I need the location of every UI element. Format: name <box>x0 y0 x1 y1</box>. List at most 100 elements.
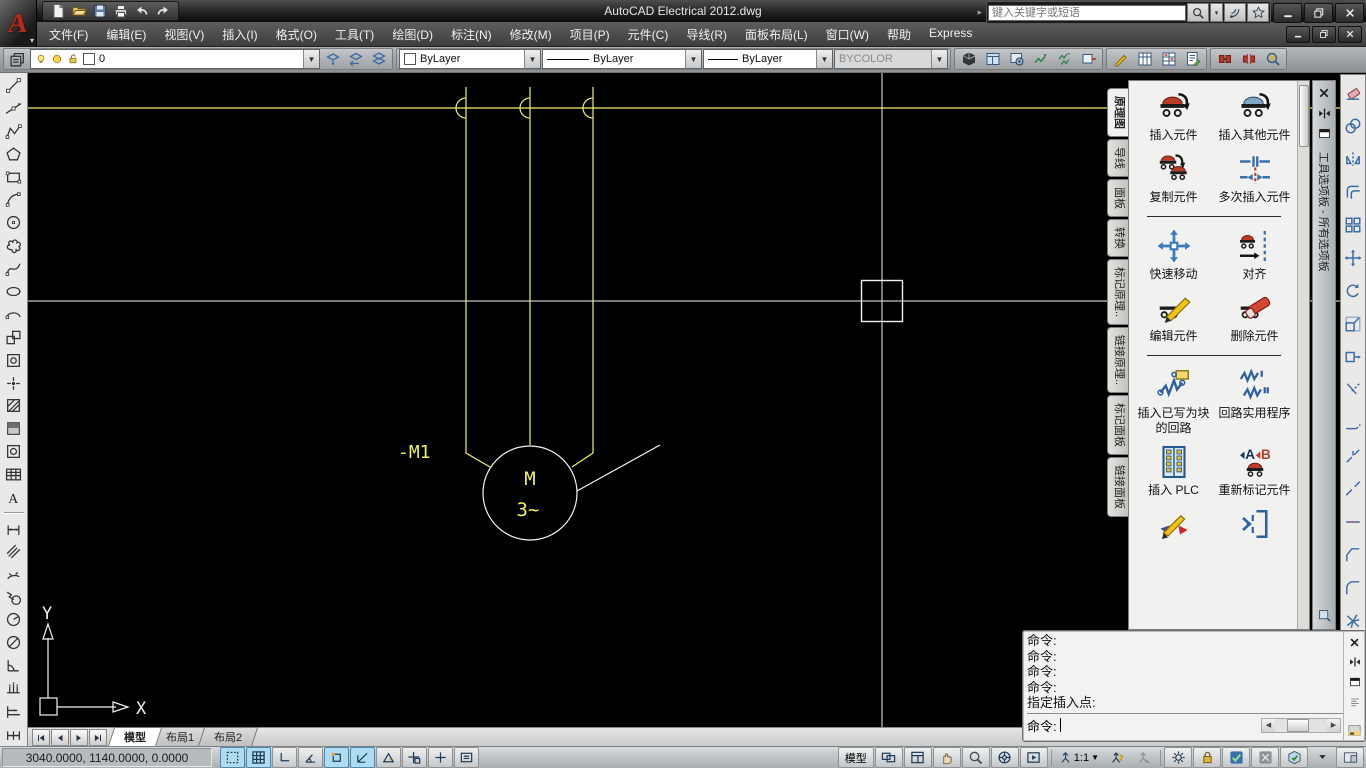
multiple-wire-button[interactable] <box>1053 49 1076 69</box>
tool-point-button[interactable] <box>2 372 26 395</box>
search-input[interactable] <box>988 5 1186 21</box>
grid-toggle[interactable] <box>246 747 271 768</box>
pan-button[interactable] <box>933 747 961 768</box>
tool-move-button[interactable] <box>1341 241 1365 274</box>
command-scroll-right-icon[interactable]: ▶ <box>1327 719 1340 732</box>
command-autohide-button[interactable] <box>1346 653 1364 671</box>
search-flyout-button[interactable]: ▾ <box>1210 3 1223 22</box>
tool-aligned-dimension-button[interactable] <box>2 540 26 563</box>
palette-tab-7[interactable]: 链接面板 <box>1107 457 1128 517</box>
palette-close-button[interactable] <box>1315 84 1333 102</box>
command-textlines-button[interactable] <box>1346 693 1364 711</box>
palette-tab-0[interactable]: 原理图 <box>1107 88 1128 137</box>
cube-button[interactable] <box>957 49 980 69</box>
tool-diameter-dimension-button[interactable] <box>2 631 26 654</box>
tool-spline-button[interactable] <box>2 257 26 280</box>
tool-mirror-button[interactable] <box>1341 142 1365 175</box>
tab-next-button[interactable] <box>70 729 88 746</box>
flyout-button[interactable] <box>1309 747 1335 766</box>
menu-item-13[interactable]: 窗口(W) <box>817 23 878 46</box>
layout-tab-0[interactable]: 模型 <box>108 727 162 747</box>
ducs-toggle[interactable] <box>402 747 427 768</box>
command-scroll-left-icon[interactable]: ◀ <box>1262 719 1275 732</box>
tool-baseline-dimension-button[interactable] <box>2 700 26 723</box>
insert-wire-button[interactable] <box>1029 49 1052 69</box>
save-button[interactable] <box>91 3 109 19</box>
otrack-toggle[interactable] <box>350 747 375 768</box>
menu-item-7[interactable]: 标注(N) <box>442 23 501 46</box>
annotation-autoscale-button[interactable] <box>1131 748 1157 767</box>
annotation-scale-control[interactable]: 1:1 ▼ <box>1055 748 1103 767</box>
tool-hatch-button[interactable] <box>2 394 26 417</box>
connector-a-button[interactable] <box>1213 49 1236 69</box>
model-space-button[interactable]: 模型 <box>838 747 874 768</box>
command-window-titlebar[interactable] <box>1343 631 1365 741</box>
infocenter-collapse-icon[interactable]: ▸ <box>977 7 982 18</box>
doc-restore-button[interactable] <box>1312 26 1336 43</box>
menu-item-8[interactable]: 修改(M) <box>501 23 561 46</box>
palette-item-insert-plc[interactable]: 插入 PLC <box>1133 442 1214 500</box>
menu-item-6[interactable]: 绘图(D) <box>383 23 442 46</box>
layer-previous-button[interactable] <box>344 49 367 69</box>
tool-continue-dimension-button[interactable] <box>2 723 26 746</box>
tool-fillet-button[interactable] <box>1341 571 1365 604</box>
tool-line-button[interactable] <box>2 74 26 97</box>
command-close-button[interactable] <box>1346 633 1364 651</box>
linetype-dropdown-arrow[interactable]: ▼ <box>685 50 701 68</box>
report-button[interactable] <box>1181 49 1204 69</box>
quick-view-drawings-button[interactable] <box>875 747 903 768</box>
tool-gradient-button[interactable] <box>2 417 26 440</box>
palette-tab-6[interactable]: 标记面板 <box>1107 395 1128 455</box>
coordinates-display[interactable]: 3040.0000, 1140.0000, 0.0000 <box>2 748 212 767</box>
quick-view-layouts-button[interactable] <box>904 747 932 768</box>
sheet-window-button[interactable] <box>981 49 1004 69</box>
command-properties-button[interactable] <box>1346 673 1364 691</box>
palette-item-insert-component[interactable]: 插入元件 <box>1133 87 1214 145</box>
palette-item-quick-move[interactable]: 快速移动 <box>1133 226 1214 284</box>
tool-radius-dimension-button[interactable] <box>2 608 26 631</box>
layer-properties-button[interactable] <box>6 49 29 69</box>
lineweight-dropdown-arrow[interactable]: ▼ <box>816 50 832 68</box>
osnap3d-toggle[interactable] <box>376 747 401 768</box>
menu-item-1[interactable]: 编辑(E) <box>97 23 155 46</box>
undo-button[interactable] <box>133 3 151 19</box>
palette-scrollbar[interactable] <box>1297 81 1309 629</box>
menu-item-15[interactable]: Express <box>920 23 981 46</box>
tool-stretch-button[interactable] <box>1341 340 1365 373</box>
make-layer-current-button[interactable] <box>321 49 344 69</box>
tool-copy-button[interactable] <box>1341 109 1365 142</box>
palette-item-retag-component[interactable]: AB重新标记元件 <box>1214 442 1295 500</box>
menu-item-10[interactable]: 元件(C) <box>619 23 678 46</box>
tool-scale-button[interactable] <box>1341 307 1365 340</box>
tool-rotate-button[interactable] <box>1341 274 1365 307</box>
favorites-button[interactable] <box>1247 3 1269 22</box>
tool-region-button[interactable] <box>2 440 26 463</box>
tool-polygon-button[interactable] <box>2 143 26 166</box>
panel-layout-button[interactable] <box>1133 49 1156 69</box>
polar-toggle[interactable] <box>298 747 323 768</box>
app-status-3-button[interactable] <box>1280 747 1308 768</box>
tool-offset-button[interactable] <box>1341 175 1365 208</box>
tool-quick-dimension-button[interactable] <box>2 677 26 700</box>
color-control[interactable]: ByLayer ▼ <box>399 49 541 69</box>
menu-item-0[interactable]: 文件(F) <box>40 23 97 46</box>
tool-extend-button[interactable] <box>1341 406 1365 439</box>
clean-screen-button[interactable] <box>1336 747 1364 768</box>
layout-tab-2[interactable]: 布局2 <box>198 727 259 747</box>
menu-item-3[interactable]: 插入(I) <box>213 23 266 46</box>
tool-table-button[interactable] <box>2 463 26 486</box>
palette-item-insert-other-component[interactable]: 插入其他元件 <box>1214 87 1295 145</box>
quickprops-toggle[interactable] <box>454 747 479 768</box>
palette-item-copy-component[interactable]: 复制元件 <box>1133 149 1214 207</box>
menu-item-11[interactable]: 导线(R) <box>677 23 736 46</box>
workspace-button[interactable] <box>1164 747 1192 768</box>
snap-toggle[interactable] <box>220 747 245 768</box>
terminal-grid-button[interactable] <box>1157 49 1180 69</box>
open-button[interactable] <box>70 3 88 19</box>
palette-item-insert-saved-circuit[interactable]: 插入已写为块的回路 <box>1133 365 1214 438</box>
tool-angular-dimension-button[interactable] <box>2 654 26 677</box>
command-scrollbar[interactable]: ◀ ▶ <box>1261 718 1341 733</box>
app-status-2-button[interactable] <box>1251 747 1279 768</box>
layer-control[interactable]: 0 ▼ <box>30 49 320 69</box>
linetype-control[interactable]: ByLayer ▼ <box>542 49 702 69</box>
